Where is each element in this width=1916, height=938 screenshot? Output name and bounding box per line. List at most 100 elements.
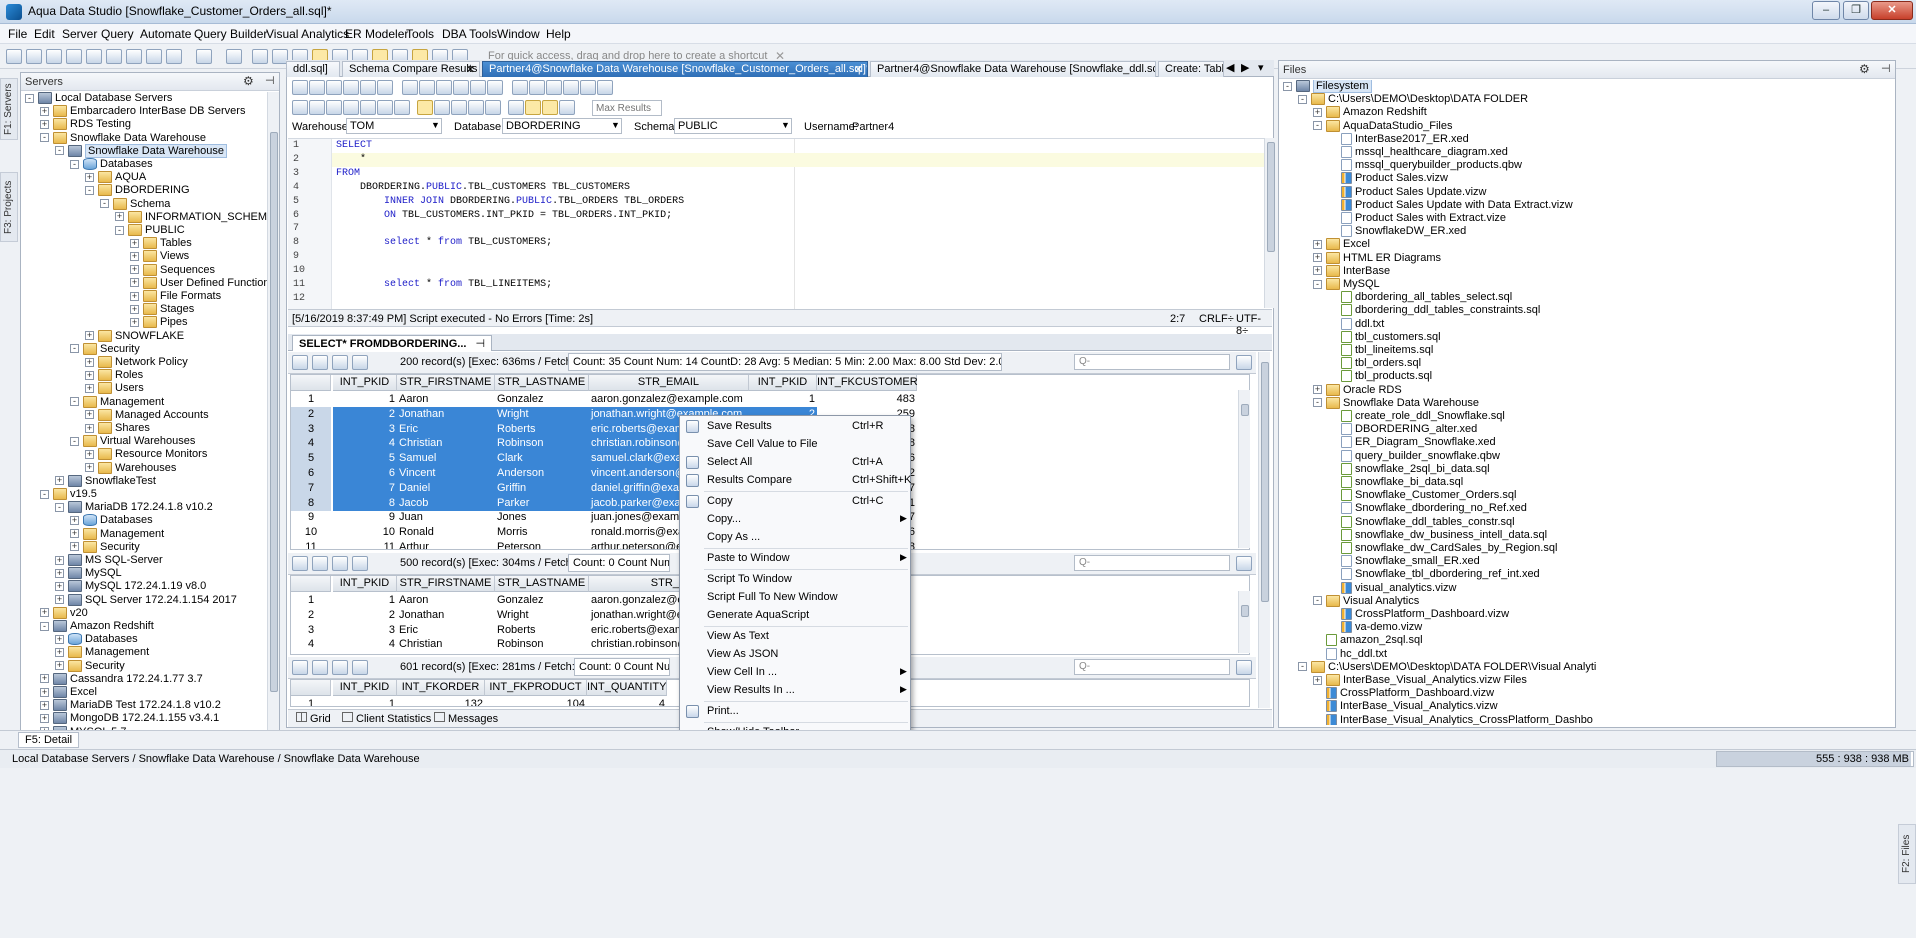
expand-toggle-icon[interactable]: +	[55, 647, 64, 657]
schema-select[interactable]: PUBLIC ▼	[674, 118, 792, 134]
grid-cell[interactable]: Jones	[495, 510, 589, 525]
side-tab-servers[interactable]: F1: Servers	[0, 78, 18, 140]
expand-toggle-icon[interactable]: -	[1313, 398, 1322, 408]
grid-cell[interactable]: 5	[333, 451, 397, 467]
menu-automate[interactable]: Automate	[140, 27, 191, 41]
menu-edit[interactable]: Edit	[34, 27, 55, 41]
editor-tab[interactable]: Create: Table	[1158, 61, 1224, 77]
row-number[interactable]: 10	[291, 525, 331, 540]
expand-toggle-icon[interactable]: +	[1313, 239, 1322, 249]
editor-toolbar-button-icon[interactable]	[402, 80, 418, 95]
grid-cell[interactable]: Eric	[397, 623, 495, 638]
grid-cell[interactable]: 1	[333, 697, 397, 706]
grid-cell[interactable]: Griffin	[495, 480, 589, 496]
grid-cell[interactable]: Parker	[495, 495, 589, 511]
grid-cell[interactable]: Jonathan	[397, 608, 495, 623]
expand-toggle-icon[interactable]: -	[100, 199, 109, 209]
toolbar-button-icon[interactable]	[6, 49, 22, 64]
grid-cell[interactable]: Aaron	[397, 392, 495, 407]
row-number[interactable]: 4	[291, 436, 331, 452]
editor-tab[interactable]: Partner4@Snowflake Data Warehouse [Snowf…	[482, 61, 868, 77]
grid-cell[interactable]: Robinson	[495, 637, 589, 652]
expand-toggle-icon[interactable]: +	[130, 238, 139, 248]
grid-cell[interactable]: Aaron	[397, 593, 495, 608]
editor-toolbar-button-icon[interactable]	[436, 80, 452, 95]
row-number[interactable]: 1	[291, 593, 331, 608]
editor-toolbar-button-icon[interactable]	[597, 80, 613, 95]
grid-toolbar-button-icon[interactable]	[352, 355, 368, 370]
toolbar-button-icon[interactable]	[252, 49, 268, 64]
expand-toggle-icon[interactable]: -	[40, 489, 49, 499]
expand-toggle-icon[interactable]: +	[85, 370, 94, 380]
grid-toolbar-button-icon[interactable]	[312, 355, 328, 370]
menu-item-script-full-to-new-window[interactable]: Script Full To New Window	[680, 589, 910, 607]
grid-toolbar-button-icon[interactable]	[292, 355, 308, 370]
grid-cell[interactable]: 11	[333, 540, 397, 549]
column-header[interactable]: STR_FIRSTNAME	[397, 576, 495, 592]
column-header[interactable]: INT_FKCUSTOMER	[817, 375, 918, 391]
editor-toolbar-button-icon[interactable]	[453, 80, 469, 95]
editor-toolbar-button-icon[interactable]	[326, 100, 342, 115]
side-tab-projects[interactable]: F3: Projects	[0, 172, 18, 242]
column-header[interactable]: INT_QUANTITY	[587, 680, 667, 696]
grid-cell[interactable]: 1	[333, 593, 397, 608]
expand-toggle-icon[interactable]: +	[85, 331, 94, 341]
menu-item-paste-to-window[interactable]: Paste to Window ▶	[680, 550, 910, 568]
filter-settings-icon[interactable]	[1236, 355, 1252, 370]
grid-cell[interactable]: 132	[397, 697, 485, 706]
editor-toolbar-button-icon[interactable]	[360, 80, 376, 95]
expand-toggle-icon[interactable]: +	[55, 476, 64, 486]
expand-toggle-icon[interactable]: +	[1313, 385, 1322, 395]
toolbar-button-icon[interactable]	[26, 49, 42, 64]
row-number[interactable]: 3	[291, 623, 331, 638]
column-header[interactable]: INT_FKPRODUCT	[485, 680, 587, 696]
max-results-input[interactable]	[592, 100, 662, 116]
editor-toolbar-button-icon[interactable]	[487, 80, 503, 95]
grid-cell[interactable]: 10	[333, 525, 397, 540]
editor-toolbar-button-icon[interactable]	[559, 100, 575, 115]
editor-toolbar-button-icon[interactable]	[580, 80, 596, 95]
editor-toolbar-button-icon[interactable]	[434, 100, 450, 115]
editor-toolbar-button-icon[interactable]	[546, 80, 562, 95]
editor-toolbar-button-icon[interactable]	[485, 100, 501, 115]
expand-toggle-icon[interactable]: +	[40, 119, 49, 129]
expand-toggle-icon[interactable]: -	[40, 133, 49, 143]
column-header[interactable]: INT_PKID	[749, 375, 817, 391]
tab-scroll-left-icon[interactable]: ◀	[1226, 61, 1234, 74]
menu-item-save-results[interactable]: Save Results Ctrl+R	[680, 418, 910, 436]
editor-toolbar-button-icon[interactable]	[292, 100, 308, 115]
editor-tab[interactable]: ddl.sql]	[286, 61, 340, 77]
toolbar-button-icon[interactable]	[66, 49, 82, 64]
expand-toggle-icon[interactable]: +	[40, 106, 49, 116]
grid-cell[interactable]: Peterson	[495, 540, 589, 549]
toolbar-button-icon[interactable]	[106, 49, 122, 64]
maximize-button[interactable]: ❐	[1843, 1, 1869, 20]
grid-cell[interactable]: 7	[333, 480, 397, 496]
expand-toggle-icon[interactable]: +	[85, 423, 94, 433]
grid-filter-input[interactable]: Q-	[1074, 354, 1230, 370]
editor-toolbar-button-icon[interactable]	[292, 80, 308, 95]
toolbar-button-icon[interactable]	[196, 49, 212, 64]
editor-toolbar-button-icon[interactable]	[309, 80, 325, 95]
grid-cell[interactable]: Christian	[397, 436, 495, 452]
toolbar-button-icon[interactable]	[86, 49, 102, 64]
line-ending[interactable]: CRLF÷	[1199, 313, 1234, 325]
close-tab-icon[interactable]: ✕	[854, 63, 863, 76]
row-number[interactable]: 9	[291, 510, 331, 525]
grid-filter-input[interactable]: Q-	[1074, 659, 1230, 675]
grid-cell[interactable]: aaron.gonzalez@example.com	[589, 392, 749, 407]
expand-toggle-icon[interactable]: +	[40, 687, 49, 697]
tab-messages[interactable]: Messages	[430, 711, 502, 727]
editor-toolbar-button-icon[interactable]	[417, 100, 433, 115]
menu-item-results-compare[interactable]: Results Compare Ctrl+Shift+K	[680, 472, 911, 490]
grid-cell[interactable]: Wright	[495, 608, 589, 623]
column-header[interactable]: INT_PKID	[333, 680, 397, 696]
grid-cell[interactable]: Juan	[397, 510, 495, 525]
expand-toggle-icon[interactable]: +	[85, 383, 94, 393]
expand-toggle-icon[interactable]: +	[55, 595, 64, 605]
menu-item-copy[interactable]: Copy... ▶	[680, 511, 910, 529]
grid-filter-input[interactable]: Q-	[1074, 555, 1230, 571]
expand-toggle-icon[interactable]: -	[55, 146, 64, 156]
editor-toolbar-button-icon[interactable]	[360, 100, 376, 115]
expand-toggle-icon[interactable]: +	[115, 212, 124, 222]
